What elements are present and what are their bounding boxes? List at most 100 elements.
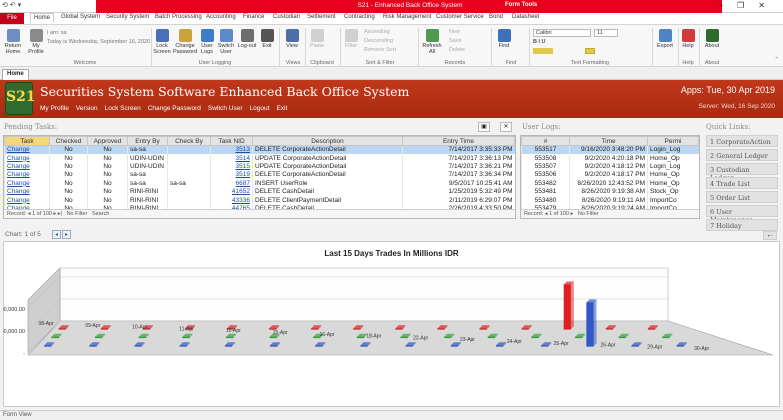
table-row[interactable]: 553508 9/2/2020 4:20:18 PM Home_Op	[521, 153, 699, 163]
task-link[interactable]: Change	[4, 145, 50, 154]
document-tab-home[interactable]: Home	[2, 69, 29, 80]
search-box[interactable]: Search	[92, 211, 109, 217]
descending-button[interactable]: Descending	[364, 38, 393, 44]
task-link[interactable]: Change	[4, 170, 50, 180]
table-row[interactable]: 553506 9/2/2020 4:18:17 PM Home_Op	[521, 170, 699, 180]
back-arrow-icon[interactable]: ←	[763, 231, 777, 240]
switch-user-button[interactable]: Switch User	[217, 27, 235, 55]
filter-button[interactable]: Filter	[343, 27, 359, 49]
col-log-permission[interactable]: Permi	[647, 136, 699, 146]
pending-record-navigator[interactable]: Record: ◂ 1 of 100 ▸ ▸| No Filter Search	[4, 209, 515, 218]
col-check-by[interactable]: Check By	[167, 136, 211, 146]
quicklink-general-ledger[interactable]: 2 General Ledger	[706, 149, 778, 161]
paste-button[interactable]: Paste	[309, 27, 325, 49]
logs-record-navigator[interactable]: Record: ◂ 1 of 100 ▸ No Filter	[521, 209, 699, 218]
table-row[interactable]: Change No No sa-sa 3519 DELETE CorporateActio…	[4, 170, 515, 180]
record-position[interactable]: 1 of 100	[32, 211, 52, 217]
task-link[interactable]: Change	[4, 195, 50, 205]
tab-security-system[interactable]: Security System	[106, 14, 149, 20]
no-filter-indicator[interactable]: No Filter	[67, 211, 88, 217]
quick-access-toolbar[interactable]: ⟲ ↶ ▾	[2, 1, 21, 9]
bold-italic-underline[interactable]: B I U	[533, 39, 546, 45]
about-button[interactable]: About	[702, 27, 722, 49]
chart-prev-button[interactable]: ◂	[52, 230, 61, 239]
tab-file[interactable]: File	[0, 13, 24, 24]
col-entry-by[interactable]: Entry By	[127, 136, 168, 146]
table-row[interactable]: 553480 8/26/2020 9:19:11 AM ImportCo	[521, 195, 699, 205]
highlight-color-icon[interactable]	[533, 48, 553, 54]
task-nid-link[interactable]: 3515	[210, 162, 253, 171]
quicklink-order-list[interactable]: 5 Order List	[706, 191, 778, 203]
task-nid-link[interactable]: 43336	[210, 195, 253, 205]
exit-button[interactable]: Exit	[260, 27, 274, 49]
menu-switch-user[interactable]: Switch User	[208, 105, 243, 112]
tab-home[interactable]: Home	[30, 13, 55, 22]
menu-lock-screen[interactable]: Lock Screen	[105, 105, 141, 112]
find-button[interactable]: Find	[496, 27, 512, 49]
tab-custodian[interactable]: Custodian	[273, 14, 300, 20]
col-description[interactable]: Description	[252, 136, 403, 146]
help-button[interactable]: Help	[680, 27, 696, 49]
task-link[interactable]: Change	[4, 187, 50, 196]
col-task[interactable]: Task	[4, 136, 50, 146]
task-link[interactable]: Change	[4, 153, 50, 163]
menu-my-profile[interactable]: My Profile	[40, 105, 69, 112]
table-row[interactable]: Change No No sa-sa 3513 DELETE CorporateActio…	[4, 145, 515, 154]
table-row[interactable]: Change No No RINI-RINI 43336 DELETE ClientPay…	[4, 195, 515, 205]
col-log-time[interactable]: Time	[569, 136, 648, 146]
task-nid-link[interactable]: 3519	[210, 170, 253, 180]
remove-sort-button[interactable]: Remove Sort	[364, 47, 396, 53]
quicklink-corporate-action[interactable]: 1 CorporateAction	[706, 135, 778, 147]
pending-save-icon[interactable]: ▣	[478, 122, 490, 132]
quicklink-holiday[interactable]: 7 Holiday	[706, 219, 778, 231]
tab-risk-management[interactable]: Risk Management	[383, 14, 431, 20]
table-row[interactable]: 553482 8/26/2020 12:43:52 PM Home_Op	[521, 179, 699, 188]
record-position[interactable]: 1 of 100	[549, 211, 569, 217]
tab-contracting[interactable]: Contracting	[344, 14, 375, 20]
col-log-id[interactable]: #	[521, 136, 570, 146]
user-logs-button[interactable]: User Logs	[199, 27, 215, 55]
no-filter-indicator[interactable]: No Filter	[578, 211, 599, 217]
my-profile-button[interactable]: My Profile	[26, 27, 46, 55]
menu-version[interactable]: Version	[76, 105, 98, 112]
restore-icon[interactable]: ❐	[737, 1, 758, 10]
table-row[interactable]: Change No No UDIN-UDIN 3514 UPDATE CorporateA…	[4, 153, 515, 163]
new-record-button[interactable]: New	[449, 29, 460, 35]
task-nid-link[interactable]: 3514	[210, 153, 253, 163]
export-button[interactable]: Export	[655, 27, 675, 49]
table-row[interactable]: 553507 9/2/2020 4:18:12 PM Login_Log	[521, 162, 699, 171]
quicklink-trade-list[interactable]: 4 Trade List	[706, 177, 778, 189]
refresh-all-button[interactable]: Refresh All	[422, 27, 442, 55]
tab-bond[interactable]: Bond	[489, 14, 503, 20]
tab-finance[interactable]: Finance	[243, 14, 264, 20]
view-button[interactable]: View	[283, 27, 301, 49]
font-name-select[interactable]: Calibri	[533, 29, 591, 37]
pending-close-icon[interactable]: ✕	[500, 122, 512, 132]
task-nid-link[interactable]: 41652	[210, 187, 253, 196]
quicklink-custodian-ledger[interactable]: 3 Custodian Ledger	[706, 163, 778, 182]
table-row[interactable]: 553517 9/16/2020 3:48:20 PM Login_Log	[521, 145, 699, 154]
task-nid-link[interactable]: 6687	[210, 179, 253, 188]
table-row[interactable]: Change No No sa-sa sa-sa 6687 INSERT UserRole 9…	[4, 179, 515, 188]
tab-datasheet[interactable]: Datasheet	[512, 14, 539, 20]
menu-logout[interactable]: Logout	[250, 105, 270, 112]
ascending-button[interactable]: Ascending	[364, 29, 390, 35]
col-entry-time[interactable]: Entry Time	[402, 136, 515, 146]
tab-customer-service[interactable]: Customer Service	[436, 14, 484, 20]
menu-change-password[interactable]: Change Password	[148, 105, 201, 112]
quicklink-user-maintenance[interactable]: 6 User Maintenance	[706, 205, 778, 224]
change-password-button[interactable]: Change Password	[173, 27, 197, 55]
collapse-ribbon-icon[interactable]: ⌃	[774, 57, 779, 63]
save-record-button[interactable]: Save	[449, 38, 462, 44]
task-nid-link[interactable]: 3513	[210, 145, 253, 154]
task-link[interactable]: Change	[4, 162, 50, 171]
col-checked[interactable]: Checked	[49, 136, 88, 146]
align-center-icon[interactable]	[585, 48, 595, 54]
col-approved[interactable]: Approved	[87, 136, 128, 146]
minimize-icon[interactable]: –	[719, 1, 737, 10]
window-controls[interactable]: –❐✕	[719, 1, 779, 10]
task-link[interactable]: Change	[4, 179, 50, 188]
delete-record-button[interactable]: Delete	[449, 47, 465, 53]
chart-next-button[interactable]: ▸	[62, 230, 71, 239]
lock-screen-button[interactable]: Lock Screen	[153, 27, 171, 55]
